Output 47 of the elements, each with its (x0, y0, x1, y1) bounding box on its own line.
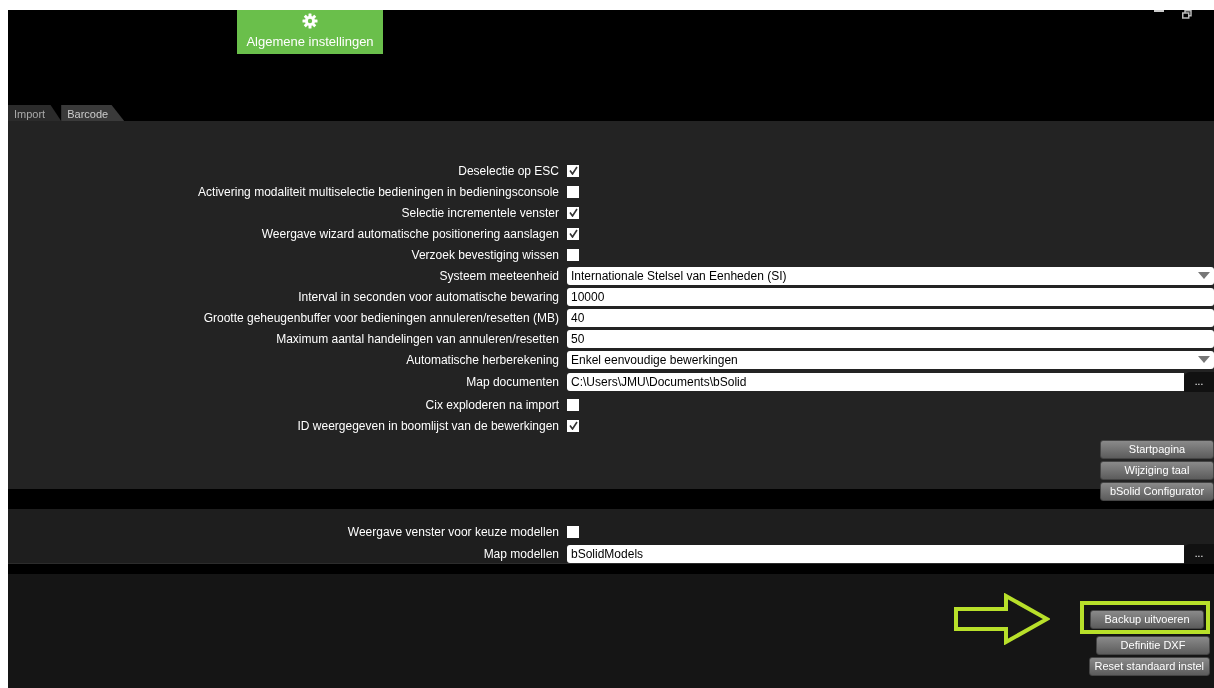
setting-label: Verzoek bevestiging wissen (410, 246, 560, 264)
dropdown[interactable]: Enkel eenvoudige bewerkingen (567, 350, 1214, 369)
setting-label: Map documenten (465, 374, 560, 391)
arrow-icon (954, 593, 1050, 645)
setting-label: Map modellen (482, 546, 560, 563)
setting-label: Grootte geheugenbuffer voor bedieningen annuleren/resetten (MB) (202, 309, 560, 327)
setting-label: Interval in seconden voor automatische bewaring (297, 288, 560, 306)
setting-label: Weergave wizard automatische positionering aanslagen (260, 225, 560, 243)
restore-icon[interactable] (1182, 10, 1192, 19)
checkbox[interactable] (567, 248, 579, 261)
tab[interactable]: Import (8, 105, 62, 121)
dropdown-arrow-icon (1198, 272, 1210, 279)
tile-label: Algemene instellingen (246, 32, 374, 51)
text-field[interactable]: 10000 (567, 287, 1214, 306)
setting-label: Cix exploderen na import (424, 396, 560, 414)
setting-label: Selectie incrementele venster (400, 204, 560, 222)
gear-icon (302, 12, 318, 29)
checkbox[interactable] (567, 185, 579, 198)
dropdown-arrow-icon (1198, 356, 1210, 363)
checkbox[interactable] (567, 227, 579, 240)
checkbox[interactable] (567, 164, 579, 177)
checkbox[interactable] (567, 525, 579, 538)
checkbox[interactable] (567, 206, 579, 219)
action-button[interactable]: Reset standaard instel (1088, 657, 1210, 676)
setting-label: Weergave venster voor keuze modellen (346, 523, 560, 541)
setting-label: Automatische herberekening (405, 351, 560, 369)
checkbox[interactable] (567, 419, 579, 432)
setting-label: ID weergegeven in boomlijst van de bewerkingen (296, 417, 560, 435)
path-field[interactable]: C:\Users\JMU\Documents\bSolid (567, 373, 1184, 391)
setting-label: Deselectie op ESC (457, 162, 560, 180)
action-button[interactable]: Wijziging taal (1100, 461, 1214, 480)
tab[interactable]: Barcode (61, 105, 125, 121)
browse-button[interactable]: ... (1184, 372, 1214, 392)
checkbox[interactable] (567, 398, 579, 411)
text-field[interactable]: 50 (567, 329, 1214, 348)
path-field[interactable]: bSolidModels (567, 545, 1184, 563)
setting-label: Systeem meeteenheid (438, 267, 560, 285)
action-button[interactable]: bSolid Configurator (1100, 482, 1214, 501)
action-button[interactable]: Startpagina (1100, 440, 1214, 459)
setting-label: Maximum aantal handelingen van annuleren/resetten (275, 330, 560, 348)
minimize-icon[interactable] (1154, 10, 1164, 13)
text-field[interactable]: 40 (567, 308, 1214, 327)
setting-label: Activering modaliteit multiselectie bedieningen in bedieningsconsole (197, 183, 560, 201)
browse-button[interactable]: ... (1184, 544, 1214, 564)
action-button[interactable]: Definitie DXF (1096, 636, 1210, 655)
dropdown[interactable]: Internationale Stelsel van Eenheden (SI) (567, 266, 1214, 285)
action-button[interactable]: Backup uitvoeren (1090, 610, 1204, 629)
